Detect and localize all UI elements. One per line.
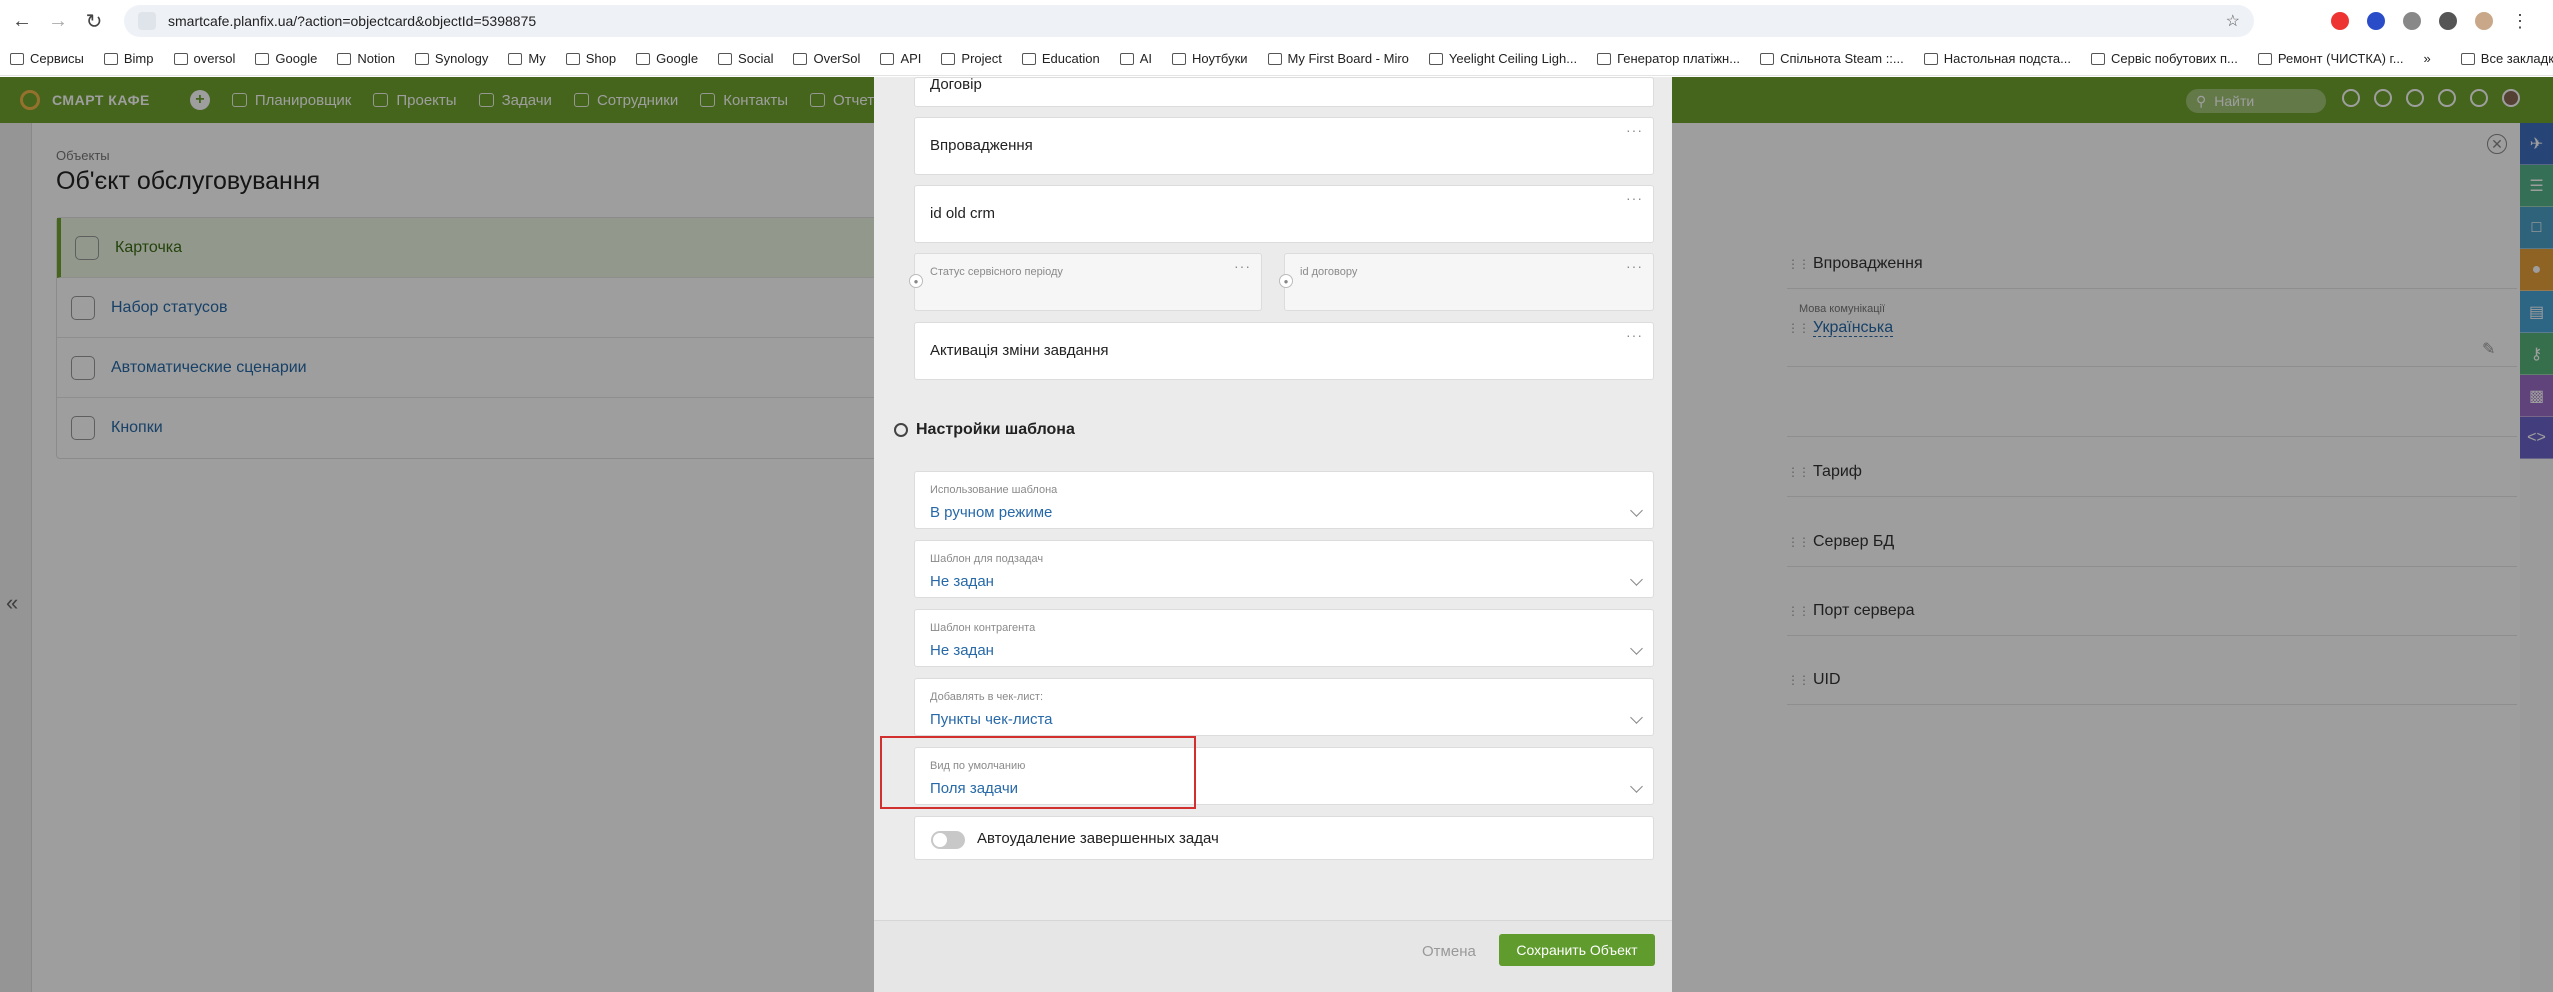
lock-icon: ● (1279, 274, 1293, 288)
autodelete-toggle[interactable] (931, 831, 965, 849)
bookmark-item[interactable]: Synology (414, 51, 488, 66)
all-bookmarks[interactable]: Все закладки (2460, 51, 2553, 66)
bookmark-item[interactable]: Google (636, 51, 698, 66)
app-root: СМАРТ КАФЕ + Планировщик Проекты Задачи … (0, 76, 2553, 992)
more-icon[interactable]: ··· (1626, 327, 1643, 343)
reload-icon[interactable]: ↻ (80, 7, 108, 35)
field-old-crm[interactable]: ··· id old crm (914, 185, 1654, 243)
bookmark-item[interactable]: Ремонт (ЧИСТКА) г... (2257, 51, 2404, 66)
bookmark-item[interactable]: AI (1119, 51, 1152, 66)
bookmark-item[interactable]: Настольная подста... (1923, 51, 2071, 66)
bookmark-item[interactable]: API (880, 51, 921, 66)
bookmark-item[interactable]: Спільнота Steam ::... (1760, 51, 1904, 66)
more-icon[interactable]: ··· (1626, 258, 1643, 274)
bookmark-item[interactable]: My (508, 51, 546, 66)
site-info-icon[interactable] (138, 12, 156, 30)
browser-toolbar: ← → ↻ smartcafe.planfix.ua/?action=objec… (0, 0, 2553, 42)
bookmark-item[interactable]: Shop (565, 51, 616, 66)
bookmark-item[interactable]: Notion (337, 51, 395, 66)
bookmark-star-icon[interactable]: ☆ (2226, 11, 2240, 31)
toggle-autodelete-row: Автоудаление завершенных задач (914, 816, 1654, 860)
browser-menu-icon[interactable]: ⋮ (2511, 11, 2529, 32)
bookmark-item[interactable]: Ноутбуки (1172, 51, 1248, 66)
lock-icon: ● (909, 274, 923, 288)
bookmark-item[interactable]: Сервисы (10, 51, 84, 66)
bookmark-item[interactable]: Education (1021, 51, 1100, 66)
more-icon[interactable]: ··· (1234, 258, 1251, 274)
cancel-button[interactable]: Отмена (1422, 943, 1476, 960)
forward-icon[interactable]: → (44, 7, 72, 35)
bookmark-item[interactable]: Social (718, 51, 773, 66)
field-service-period-status[interactable]: ● ··· Статус сервісного періоду (909, 253, 1262, 311)
bookmark-item[interactable]: OverSol (793, 51, 860, 66)
bookmark-item[interactable]: Yeelight Ceiling Ligh... (1428, 51, 1577, 66)
modal-footer: Отмена Сохранить Объект (874, 920, 1672, 992)
back-icon[interactable]: ← (8, 7, 36, 35)
more-icon[interactable]: ··· (1626, 122, 1643, 138)
chevron-down-icon (1630, 504, 1643, 517)
extension-icon[interactable] (2403, 12, 2421, 30)
chevron-down-icon (1630, 711, 1643, 724)
chevron-down-icon (1630, 573, 1643, 586)
edit-object-modal: Договір ··· Впровадження ··· id old crm … (874, 76, 1672, 992)
url-text: smartcafe.planfix.ua/?action=objectcard&… (168, 13, 537, 29)
bookmarks-overflow-icon[interactable]: » (2424, 51, 2431, 66)
profile-avatar[interactable] (2475, 12, 2493, 30)
save-button[interactable]: Сохранить Объект (1499, 934, 1655, 966)
gear-icon (894, 423, 908, 437)
extension-abp-icon[interactable] (2331, 12, 2349, 30)
field-contract[interactable]: Договір (914, 76, 1654, 107)
bookmark-item[interactable]: Bimp (103, 51, 154, 66)
bookmark-item[interactable]: Google (255, 51, 317, 66)
bookmark-item[interactable]: Генератор платіжн... (1597, 51, 1740, 66)
field-task-change-activation[interactable]: ··· Активація зміни завдання (914, 322, 1654, 380)
extensions-puzzle-icon[interactable] (2439, 12, 2457, 30)
chevron-down-icon (1630, 642, 1643, 655)
bookmarks-bar: Сервисы Bimp oversol Google Notion Synol… (0, 42, 2553, 76)
bookmark-item[interactable]: Project (941, 51, 1002, 66)
select-template-usage[interactable]: Использование шаблона В ручном режиме (914, 471, 1654, 529)
select-subtask-template[interactable]: Шаблон для подзадач Не задан (914, 540, 1654, 598)
bookmark-item[interactable]: Сервіс побутових п... (2091, 51, 2238, 66)
more-icon[interactable]: ··· (1626, 190, 1643, 206)
annotation-highlight-box (880, 736, 1196, 809)
address-bar[interactable]: smartcafe.planfix.ua/?action=objectcard&… (124, 5, 2254, 37)
field-contract-id[interactable]: ● ··· id договору (1279, 253, 1654, 311)
template-settings-heading: Настройки шаблона (894, 421, 1075, 439)
bookmark-item[interactable]: My First Board - Miro (1267, 51, 1409, 66)
select-checklist-add[interactable]: Добавлять в чек-лист: Пункты чек-листа (914, 678, 1654, 736)
chevron-down-icon (1630, 780, 1643, 793)
field-implementation-modal[interactable]: ··· Впровадження (914, 117, 1654, 175)
extension-shield-icon[interactable] (2367, 12, 2385, 30)
select-counterparty-template[interactable]: Шаблон контрагента Не задан (914, 609, 1654, 667)
bookmark-item[interactable]: oversol (173, 51, 235, 66)
